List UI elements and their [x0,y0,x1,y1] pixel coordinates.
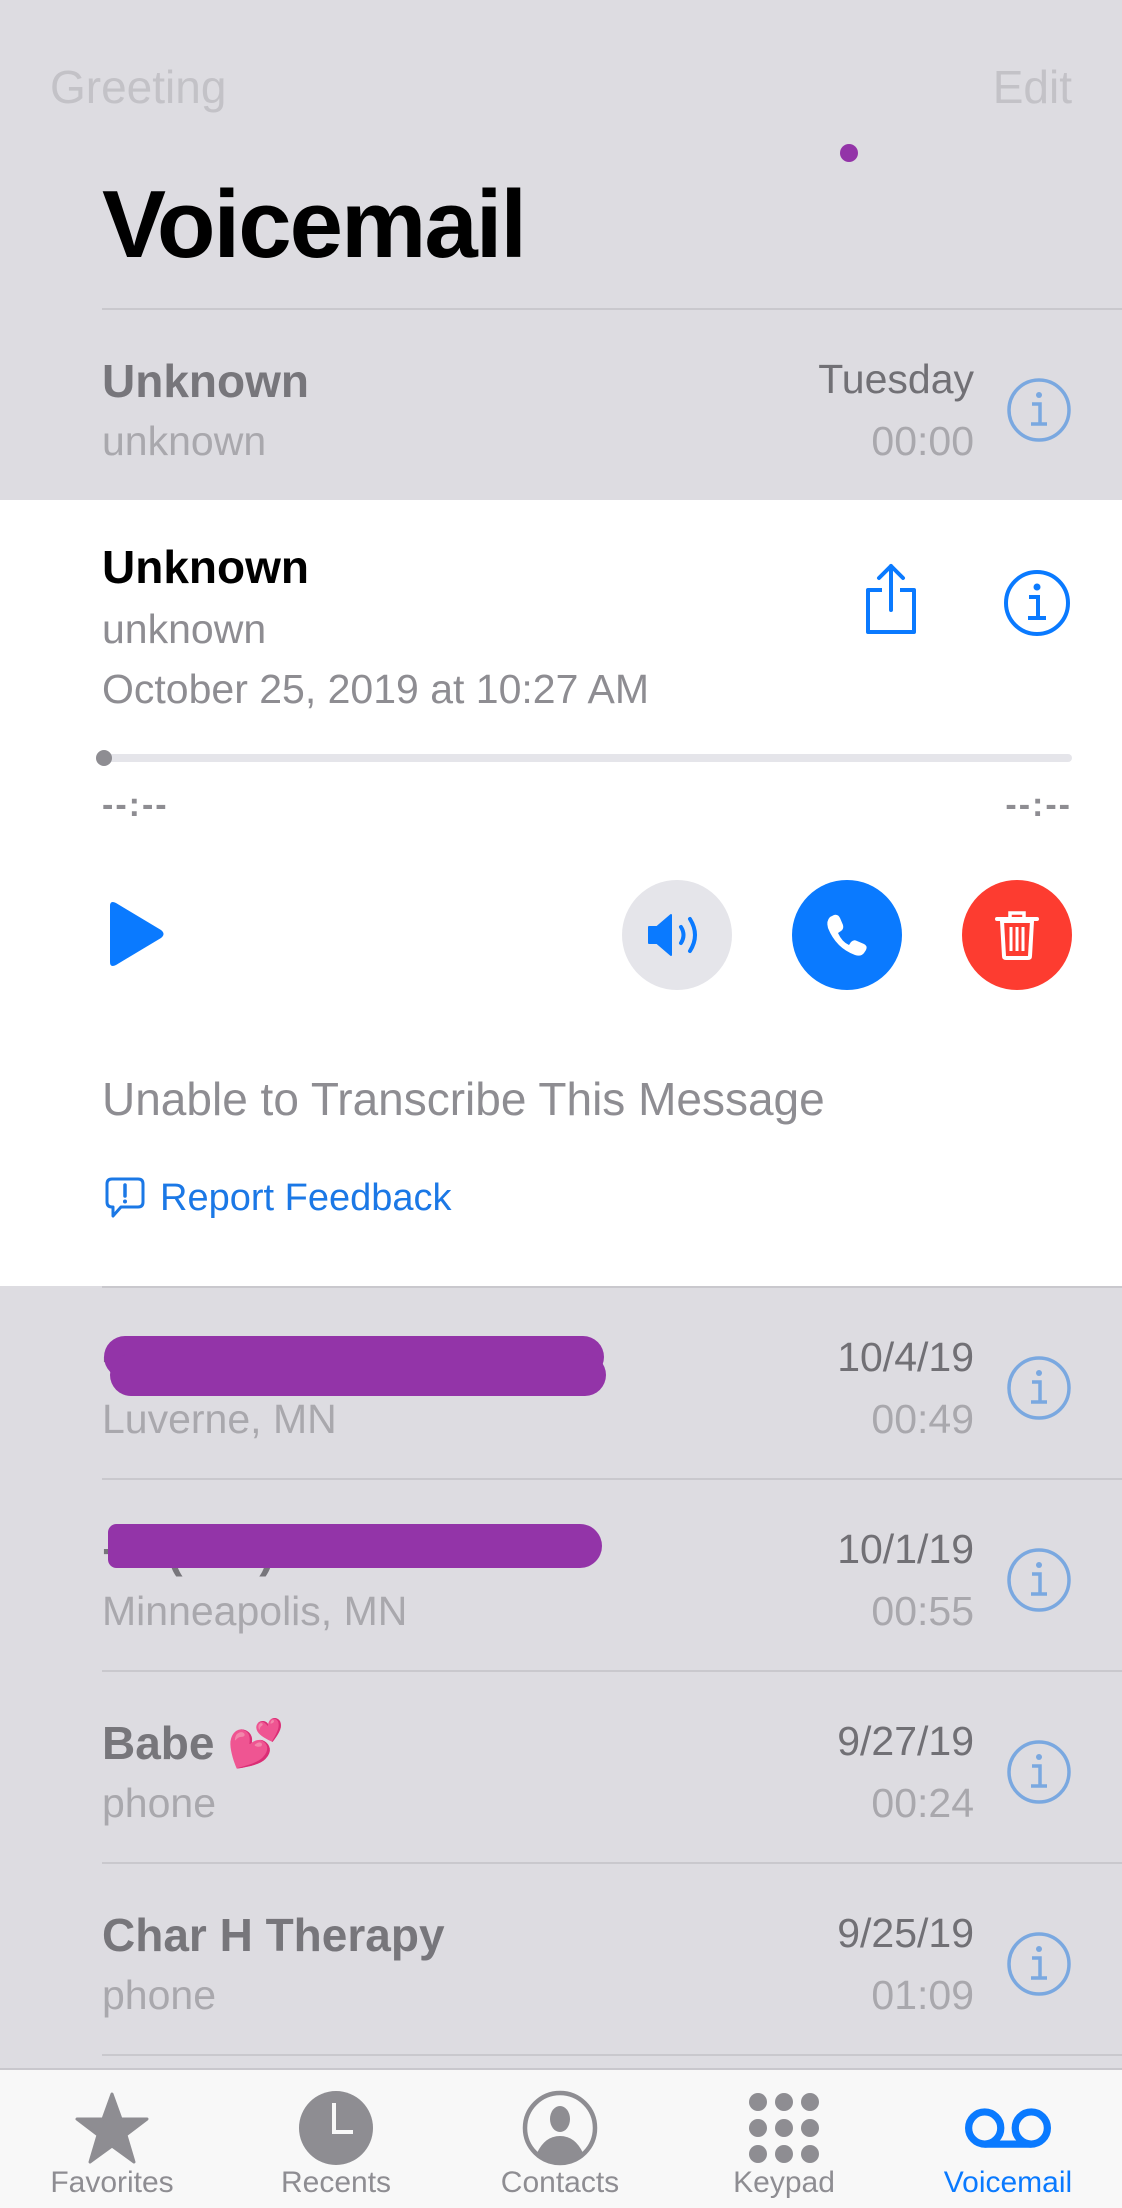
feedback-bubble-icon [105,1177,145,1218]
play-icon[interactable] [106,900,166,968]
voicemail-date: 9/27/19 [837,1718,974,1764]
voicemail-duration: 00:49 [871,1396,974,1442]
voicemail-duration: 01:09 [871,1972,974,2018]
voicemail-duration: 00:24 [871,1780,974,1826]
remaining-time: --:-- [1005,786,1072,824]
voicemail-item[interactable]: Unknown unknown Tuesday 00:00 [0,310,1122,500]
voicemail-item[interactable]: Babe 💕 phone 9/27/19 00:24 [0,1672,1122,1862]
voicemail-item[interactable]: +1 (5••) •••-•••• Luverne, MN 10/4/19 00… [0,1288,1122,1478]
caller-name: Unknown [102,355,309,407]
edit-button[interactable]: Edit [993,60,1072,114]
caller-label: phone [102,1972,217,2018]
tab-label: Voicemail [943,2166,1073,2199]
call-back-button[interactable] [792,880,902,990]
elapsed-time: --:-- [102,786,169,824]
voicemail-duration: 00:55 [871,1588,974,1634]
share-icon[interactable] [862,562,920,638]
speaker-icon [648,914,697,956]
info-icon[interactable] [1006,1547,1072,1613]
voicemail-date: Tuesday [818,356,974,402]
voicemail-icon [965,2108,1051,2148]
redaction-mark [108,1524,602,1568]
transcription-text: Unable to Transcribe This Message [102,1073,825,1125]
caller-location: Minneapolis, MN [102,1588,408,1634]
page-title: Voicemail [102,171,527,278]
clock-icon [299,2091,373,2165]
voicemail-item[interactable]: +1 (612) 2••-•••• Minneapolis, MN 10/1/1… [0,1480,1122,1670]
caller-name: Babe 💕 [102,1717,285,1769]
voicemail-duration: 00:00 [871,418,974,464]
person-circle-icon [522,2090,598,2166]
report-feedback-link[interactable]: Report Feedback [104,1176,452,1220]
tab-contacts[interactable]: Contacts [448,2070,672,2208]
scrubber-handle[interactable] [96,750,112,766]
tab-label: Recents [280,2166,392,2199]
caller-label: unknown [102,606,267,652]
caller-label: phone [102,1780,217,1826]
greeting-button[interactable]: Greeting [50,60,226,114]
tab-bar: Favorites Recents Contacts Keypad Voicem… [0,2068,1122,2208]
report-feedback-label: Report Feedback [160,1176,452,1219]
keypad-icon [749,2093,819,2163]
delete-button[interactable] [962,880,1072,990]
tab-label: Keypad [733,2166,835,2199]
star-icon [75,2092,149,2164]
voicemail-date: 10/4/19 [837,1334,974,1380]
tab-label: Favorites [50,2166,174,2199]
voicemail-item[interactable]: Char H Therapy phone 9/25/19 01:09 [0,1864,1122,2054]
trash-icon [995,911,1039,960]
caller-location: Luverne, MN [102,1396,337,1442]
info-icon[interactable] [1006,1739,1072,1805]
info-icon[interactable] [1006,1931,1072,1997]
info-icon[interactable] [1006,377,1072,443]
caller-name: Char H Therapy [102,1909,445,1961]
tab-recents[interactable]: Recents [224,2070,448,2208]
voicemail-datetime: October 25, 2019 at 10:27 AM [102,666,650,712]
caller-name: Unknown [102,541,309,593]
speaker-button[interactable] [622,880,732,990]
redaction-mark [110,1354,606,1396]
tab-favorites[interactable]: Favorites [0,2070,224,2208]
tab-voicemail[interactable]: Voicemail [896,2070,1120,2208]
voicemail-date: 10/1/19 [837,1526,974,1572]
tab-keypad[interactable]: Keypad [672,2070,896,2208]
voicemail-date: 9/25/19 [837,1910,974,1956]
phone-icon [827,914,867,956]
divider [102,2054,1122,2056]
redaction-dot [840,144,858,162]
expanded-voicemail: Unknown unknown October 25, 2019 at 10:2… [0,500,1122,1286]
tab-label: Contacts [500,2166,620,2199]
caller-label: unknown [102,418,267,464]
info-icon[interactable] [1006,1355,1072,1421]
info-icon[interactable] [1002,568,1072,638]
playback-scrubber[interactable] [98,754,1072,762]
